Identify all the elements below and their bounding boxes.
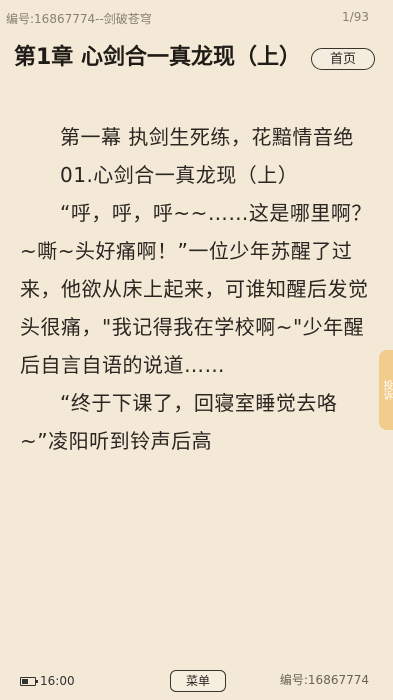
reader-bottom-bar: 16:00 菜单 编号:16867774 xyxy=(0,666,393,700)
report-tab[interactable]: 投诉 xyxy=(379,350,393,430)
paragraph: “呼，呼，呼~~……这是哪里啊？~嘶~头好痛啊！”一位少年苏醒了过来，他欲从床上… xyxy=(20,201,372,377)
menu-button[interactable]: 菜单 xyxy=(170,670,226,692)
reader-content: 第一幕 执剑生死练，花黯情音绝 01.心剑合一真龙现（上） “呼，呼，呼~~……… xyxy=(20,118,372,460)
reader-top-bar: 编号:16867774--剑破苍穹 1/93 xyxy=(0,0,393,32)
clock-time: 16:00 xyxy=(40,674,75,688)
book-id-label: 编号:16867774--剑破苍穹 xyxy=(6,12,152,26)
home-button[interactable]: 首页 xyxy=(311,48,375,70)
battery-icon xyxy=(20,677,38,686)
page-number: 1/93 xyxy=(342,10,369,24)
paragraph: 01.心剑合一真龙现（上） xyxy=(60,163,299,187)
paragraph: “终于下课了，回寝室睡觉去咯~”凌阳听到铃声后高 xyxy=(20,391,338,453)
paragraph: 第一幕 执剑生死练，花黯情音绝 xyxy=(60,125,354,149)
book-id-bottom: 编号:16867774 xyxy=(279,673,369,687)
chapter-title: 第1章 心剑合一真龙现（上） xyxy=(14,45,301,70)
